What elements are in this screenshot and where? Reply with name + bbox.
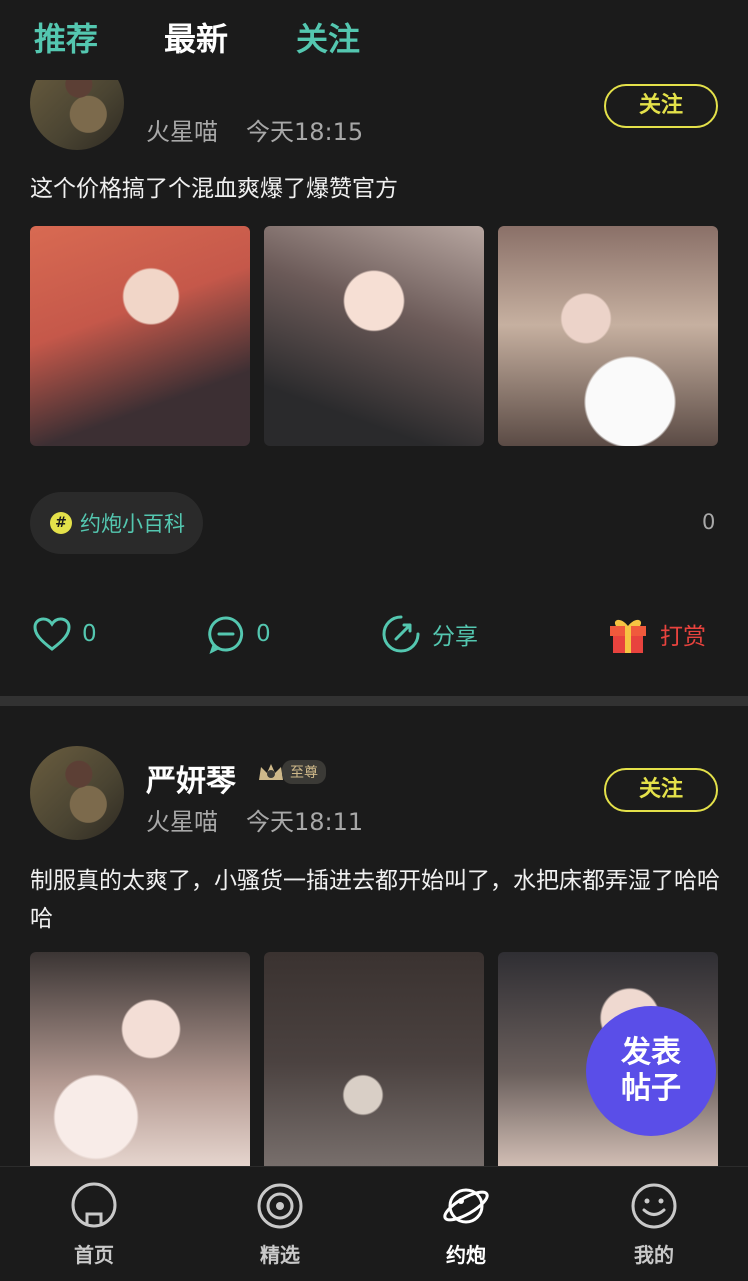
avatar[interactable] <box>30 746 124 840</box>
share-button[interactable]: 分享 <box>380 612 478 656</box>
nav-profile[interactable]: 我的 <box>594 1181 714 1268</box>
nav-featured-label: 精选 <box>260 1243 300 1267</box>
post-content: 这个价格搞了个混血爽爆了爆赞官方 <box>30 176 398 202</box>
tab-latest[interactable]: 最新 <box>164 14 228 60</box>
bottom-nav: 首页 精选 约炮 我的 <box>0 1166 748 1281</box>
tab-following[interactable]: 关注 <box>296 14 360 60</box>
topic-tag[interactable]: # 约炮小百科 <box>30 492 203 554</box>
tab-recommended[interactable]: 推荐 <box>34 14 98 60</box>
like-count: 0 <box>82 621 97 647</box>
create-post-label: 发表帖子 <box>621 1035 681 1106</box>
home-icon <box>71 1182 117 1228</box>
nav-dating[interactable]: 约炮 <box>406 1181 526 1268</box>
share-label: 分享 <box>432 624 478 650</box>
like-button[interactable]: 0 <box>32 612 97 656</box>
reward-button[interactable]: 打赏 <box>606 612 706 656</box>
vip-badge: 至尊 <box>256 760 326 784</box>
post-image[interactable] <box>264 226 484 446</box>
nav-home[interactable]: 首页 <box>34 1181 154 1268</box>
post-image[interactable] <box>264 952 484 1172</box>
post-image[interactable] <box>30 952 250 1172</box>
nav-profile-label: 我的 <box>634 1243 674 1267</box>
comment-icon <box>208 616 244 654</box>
author-name[interactable]: 严妍琴 <box>146 756 236 800</box>
post-image[interactable] <box>30 226 250 446</box>
post-content: 制服真的太爽了，小骚货一插进去都开始叫了，水把床都弄湿了哈哈哈 <box>30 868 720 932</box>
heart-icon <box>33 617 71 651</box>
hashtag-icon: # <box>50 512 72 534</box>
view-count: 0 <box>702 510 716 534</box>
reward-label: 打赏 <box>660 624 706 650</box>
post-time: 今天18:15 <box>246 118 364 146</box>
create-post-button[interactable]: 发表帖子 <box>586 1006 716 1136</box>
post-source: 火星喵 <box>146 808 218 836</box>
post-source: 火星喵 <box>146 118 218 146</box>
share-icon <box>382 615 420 653</box>
follow-button[interactable]: 关注 <box>604 84 718 128</box>
post-image[interactable] <box>498 226 718 446</box>
gift-icon <box>610 619 646 653</box>
smile-icon <box>631 1183 677 1229</box>
nav-featured[interactable]: 精选 <box>220 1181 340 1268</box>
follow-button[interactable]: 关注 <box>604 768 718 812</box>
nav-dating-label: 约炮 <box>446 1243 486 1267</box>
topic-label: 约炮小百科 <box>80 512 185 536</box>
badge-label: 至尊 <box>282 760 326 784</box>
post-time: 今天18:11 <box>246 808 364 836</box>
post-divider <box>0 696 748 706</box>
planet-icon <box>443 1188 489 1224</box>
comment-count: 0 <box>256 621 271 647</box>
nav-home-label: 首页 <box>74 1243 114 1267</box>
target-icon <box>257 1183 303 1229</box>
comment-button[interactable]: 0 <box>206 612 271 656</box>
top-tab-bar: 推荐 最新 关注 <box>0 0 748 80</box>
